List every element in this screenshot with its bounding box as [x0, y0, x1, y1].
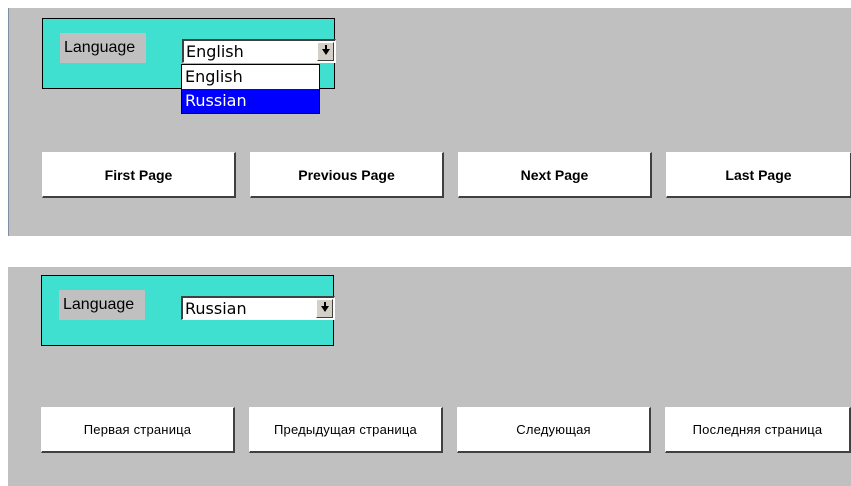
language-select[interactable]: Russian	[181, 296, 335, 320]
language-select-value: Russian	[185, 299, 247, 318]
first-page-button[interactable]: First Page	[42, 152, 236, 198]
language-label: Language	[59, 290, 145, 320]
previous-page-button[interactable]: Previous Page	[250, 152, 444, 198]
language-select-value: English	[186, 42, 244, 61]
english-panel: Language English English Russian First P…	[8, 8, 851, 236]
dropdown-arrow-icon[interactable]	[316, 299, 333, 318]
language-group: Language Russian	[41, 275, 335, 346]
language-label: Language	[60, 33, 146, 63]
first-page-button[interactable]: Первая страница	[41, 407, 235, 453]
language-dropdown-list: English Russian	[181, 64, 320, 114]
next-page-button[interactable]: Следующая	[457, 407, 651, 453]
russian-panel: Language Russian Первая страница Предыду…	[8, 267, 851, 486]
next-page-button[interactable]: Next Page	[458, 152, 652, 198]
dropdown-arrow-icon[interactable]	[317, 42, 334, 61]
last-page-button[interactable]: Last Page	[666, 152, 851, 198]
last-page-button[interactable]: Последняя страница	[665, 407, 851, 453]
language-option-russian[interactable]: Russian	[182, 89, 319, 113]
language-select[interactable]: English	[182, 39, 336, 63]
language-option-english[interactable]: English	[182, 65, 319, 89]
previous-page-button[interactable]: Предыдущая страница	[249, 407, 443, 453]
